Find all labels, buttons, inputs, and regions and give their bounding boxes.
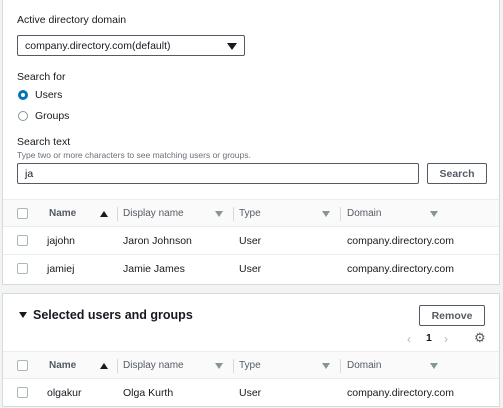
sort-ascending-icon[interactable] xyxy=(100,363,108,369)
radio-groups[interactable]: Groups xyxy=(18,110,69,122)
row-checkbox[interactable] xyxy=(17,235,28,246)
radio-selected-icon xyxy=(18,90,28,100)
cell-type: User xyxy=(239,387,262,399)
column-divider xyxy=(340,359,341,373)
selected-section-title: Selected users and groups xyxy=(33,308,193,322)
row-checkbox[interactable] xyxy=(17,263,28,274)
column-divider xyxy=(117,359,118,373)
search-text-hint: Type two or more characters to see match… xyxy=(17,150,251,160)
search-input[interactable]: ja xyxy=(17,163,419,184)
cell-domain: company.directory.com xyxy=(347,234,454,247)
domain-label: Active directory domain xyxy=(17,14,127,26)
column-header-display-name[interactable]: Display name xyxy=(123,352,184,378)
row-checkbox[interactable] xyxy=(17,387,28,398)
search-input-value: ja xyxy=(25,168,34,180)
sort-icon[interactable] xyxy=(322,363,330,369)
radio-groups-label: Groups xyxy=(35,110,70,122)
table-row[interactable]: jajohn Jaron Johnson User company.direct… xyxy=(3,227,499,255)
sort-icon[interactable] xyxy=(322,211,330,217)
selected-table-header: Name Display name Type Domain xyxy=(3,351,499,379)
cell-display-name: Jamie James xyxy=(123,263,185,275)
search-button[interactable]: Search xyxy=(427,163,487,184)
column-divider xyxy=(233,207,234,221)
cell-domain: company.directory.com xyxy=(347,263,454,275)
remove-button[interactable]: Remove xyxy=(419,305,485,326)
table-row[interactable]: olgakur Olga Kurth User company.director… xyxy=(3,379,499,407)
expand-triangle-icon xyxy=(19,312,27,318)
domain-select-value: company.directory.com(default) xyxy=(25,40,171,52)
column-header-name[interactable]: Name xyxy=(49,200,76,226)
sort-icon[interactable] xyxy=(430,211,438,217)
cell-name: jamiej xyxy=(47,263,75,275)
page-number[interactable]: 1 xyxy=(426,332,432,344)
search-text-label: Search text xyxy=(17,136,71,148)
sort-icon[interactable] xyxy=(215,211,223,217)
results-table-header: Name Display name Type Domain xyxy=(3,199,499,227)
radio-users-label: Users xyxy=(35,89,63,101)
radio-users[interactable]: Users xyxy=(18,89,62,101)
select-all-checkbox[interactable] xyxy=(17,208,28,219)
column-divider xyxy=(340,207,341,221)
column-header-display-name[interactable]: Display name xyxy=(123,200,184,226)
search-for-label: Search for xyxy=(17,71,66,83)
cell-display-name: Jaron Johnson xyxy=(123,234,192,247)
column-header-name[interactable]: Name xyxy=(49,352,76,378)
table-row[interactable]: jamiej Jamie James User company.director… xyxy=(3,255,499,283)
sort-icon[interactable] xyxy=(215,363,223,369)
sort-ascending-icon[interactable] xyxy=(100,211,108,217)
gear-icon[interactable]: ⚙ xyxy=(474,330,486,346)
chevron-right-icon[interactable]: › xyxy=(444,332,448,346)
caret-down-icon xyxy=(227,43,237,50)
cell-type: User xyxy=(239,234,262,247)
sort-icon[interactable] xyxy=(430,363,438,369)
chevron-left-icon[interactable]: ‹ xyxy=(407,332,411,346)
cell-domain: company.directory.com xyxy=(347,387,454,399)
cell-name: olgakur xyxy=(47,387,82,399)
cell-display-name: Olga Kurth xyxy=(123,387,174,399)
select-all-checkbox[interactable] xyxy=(17,360,28,371)
cell-type: User xyxy=(239,263,262,275)
domain-select[interactable]: company.directory.com(default) xyxy=(17,35,245,56)
user-search-panel: Active directory domain company.director… xyxy=(2,0,500,285)
radio-unselected-icon xyxy=(18,111,28,121)
column-header-type[interactable]: Type xyxy=(239,200,261,226)
selected-users-panel: Selected users and groups Remove ‹ 1 › ⚙… xyxy=(2,293,500,407)
selected-section-toggle[interactable]: Selected users and groups xyxy=(19,308,193,322)
column-header-domain[interactable]: Domain xyxy=(347,352,381,378)
column-header-domain[interactable]: Domain xyxy=(347,200,381,226)
cell-name: jajohn xyxy=(47,234,76,247)
column-header-type[interactable]: Type xyxy=(239,352,261,378)
column-divider xyxy=(233,359,234,373)
column-divider xyxy=(117,207,118,221)
